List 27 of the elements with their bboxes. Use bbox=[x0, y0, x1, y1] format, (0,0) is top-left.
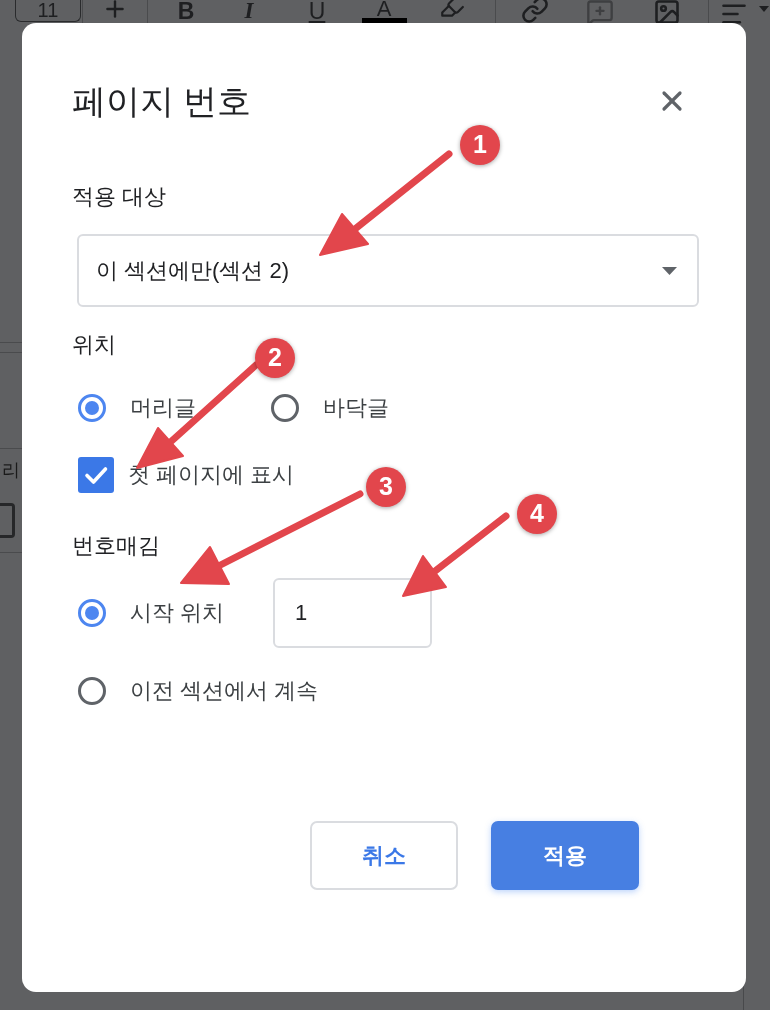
link-icon[interactable] bbox=[521, 0, 549, 24]
highlighter-icon[interactable] bbox=[438, 0, 465, 20]
radio-label[interactable]: 바닥글 bbox=[323, 394, 389, 422]
radio-label[interactable]: 시작 위치 bbox=[130, 599, 225, 627]
radio-button[interactable] bbox=[271, 394, 299, 422]
document-text: 리 bbox=[1, 459, 20, 481]
text-color-swatch-icon bbox=[361, 18, 407, 23]
dropdown-caret-icon bbox=[662, 266, 677, 275]
checkbox-label[interactable]: 첫 페이지에 표시 bbox=[128, 461, 295, 489]
apply-to-dropdown[interactable]: 이 섹션에만(섹션 2) bbox=[77, 234, 699, 307]
caret-icon[interactable] bbox=[759, 6, 769, 12]
document-checkbox[interactable] bbox=[0, 503, 15, 538]
radio-button[interactable] bbox=[78, 677, 106, 705]
start-number-field[interactable]: 1 bbox=[273, 578, 432, 648]
dialog-title: 페이지 번호 bbox=[72, 81, 252, 122]
section-label: 적용 대상 bbox=[72, 183, 167, 211]
radio-button[interactable] bbox=[78, 394, 106, 422]
checkbox[interactable] bbox=[78, 457, 114, 493]
apply-button[interactable]: 적용 bbox=[491, 821, 639, 890]
section-label: 위치 bbox=[72, 331, 116, 359]
radio-button[interactable] bbox=[78, 599, 106, 627]
radio-label[interactable]: 이전 섹션에서 계속 bbox=[130, 677, 319, 705]
section-label: 번호매김 bbox=[72, 532, 160, 560]
comment-plus-icon[interactable] bbox=[586, 0, 614, 26]
image-icon[interactable] bbox=[653, 0, 681, 26]
radio-label[interactable]: 머리글 bbox=[130, 394, 196, 422]
cancel-button[interactable]: 취소 bbox=[310, 821, 458, 890]
